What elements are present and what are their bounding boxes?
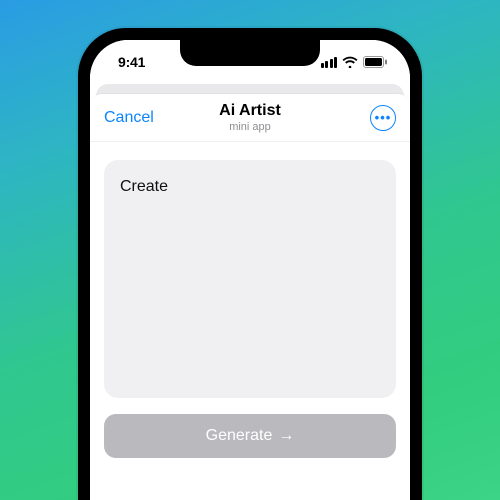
modal-sheet: Cancel Ai Artist mini app ••• Create — [90, 94, 410, 500]
sheet-subtitle: mini app — [156, 121, 344, 133]
sheet-title-group: Ai Artist mini app — [156, 102, 344, 133]
arrow-right-icon: → — [278, 428, 294, 444]
more-menu-button[interactable]: ••• — [370, 105, 396, 131]
battery-icon — [363, 56, 388, 68]
wifi-icon — [342, 56, 358, 68]
ellipsis-icon: ••• — [375, 111, 392, 124]
generate-button[interactable]: Generate → — [104, 414, 396, 458]
phone-notch — [180, 40, 320, 66]
sheet-title: Ai Artist — [156, 102, 344, 120]
cancel-button[interactable]: Cancel — [104, 109, 154, 127]
phone-screen: 9:41 Cancel — [90, 40, 410, 500]
cellular-signal-icon — [321, 57, 338, 68]
phone-frame: 9:41 Cancel — [78, 28, 422, 500]
status-time: 9:41 — [118, 54, 145, 70]
wallpaper-background: 9:41 Cancel — [0, 0, 500, 500]
prompt-placeholder: Create — [120, 178, 380, 196]
status-indicators — [321, 56, 389, 68]
sheet-header: Cancel Ai Artist mini app ••• — [90, 94, 410, 142]
sheet-body: Create — [90, 142, 410, 398]
generate-label: Generate — [206, 427, 273, 445]
prompt-input[interactable]: Create — [104, 160, 396, 398]
